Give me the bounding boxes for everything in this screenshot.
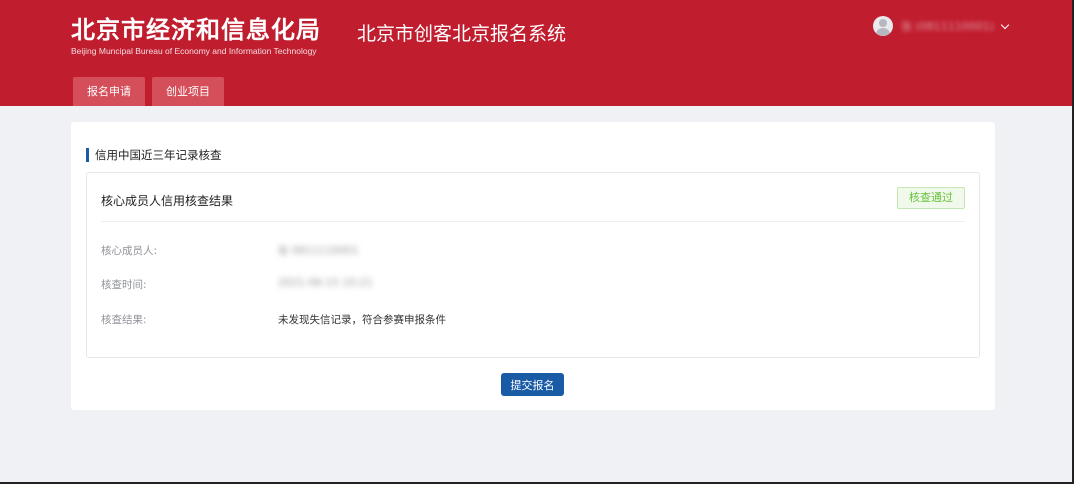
chevron-down-icon xyxy=(1000,20,1010,29)
info-row-member: 核心成员人: 张 0811110001 xyxy=(101,243,961,259)
user-menu[interactable]: 张 (0811110001) xyxy=(873,15,1010,37)
section-title: 信用中国近三年记录核查 xyxy=(86,148,222,162)
main-card: 信用中国近三年记录核查 核心成员人信用核查结果 核查通过 核心成员人: 张 08… xyxy=(71,122,995,410)
system-title: 北京市创客北京报名系统 xyxy=(357,23,567,45)
org-logo-en: Beijing Muncipal Bureau of Economy and I… xyxy=(71,46,317,56)
row-value-time: 2021-06-15 10:21 xyxy=(278,277,373,289)
credit-result-panel: 核心成员人信用核查结果 核查通过 核心成员人: 张 0811110001 核查时… xyxy=(86,172,980,358)
row-value-member: 张 0811110001 xyxy=(278,245,359,257)
tab-startup-project[interactable]: 创业项目 xyxy=(152,77,224,106)
user-name: 张 (0811110001) xyxy=(901,20,995,33)
org-logo-cn[interactable]: 北京市经济和信息化局 xyxy=(71,10,321,45)
app-window: 北京市经济和信息化局 Beijing Muncipal Bureau of Ec… xyxy=(0,0,1074,484)
info-row-time: 核查时间: 2021-06-15 10:21 xyxy=(101,277,961,293)
tab-registration-apply[interactable]: 报名申请 xyxy=(73,77,145,106)
row-value-result: 未发现失信记录，符合参赛申报条件 xyxy=(278,314,446,326)
row-label-member: 核心成员人: xyxy=(101,245,158,257)
top-header: 北京市经济和信息化局 Beijing Muncipal Bureau of Ec… xyxy=(0,0,1072,106)
divider xyxy=(101,221,965,222)
user-avatar-icon xyxy=(873,16,893,36)
row-label-result: 核查结果: xyxy=(101,314,147,326)
row-label-time: 核查时间: xyxy=(101,279,147,291)
info-row-result: 核查结果: 未发现失信记录，符合参赛申报条件 xyxy=(101,312,961,328)
submit-registration-button[interactable]: 提交报名 xyxy=(501,373,564,396)
panel-title: 核心成员人信用核查结果 xyxy=(101,194,234,208)
nav-tabs: 报名申请 创业项目 xyxy=(73,77,224,106)
status-badge: 核查通过 xyxy=(897,187,965,209)
